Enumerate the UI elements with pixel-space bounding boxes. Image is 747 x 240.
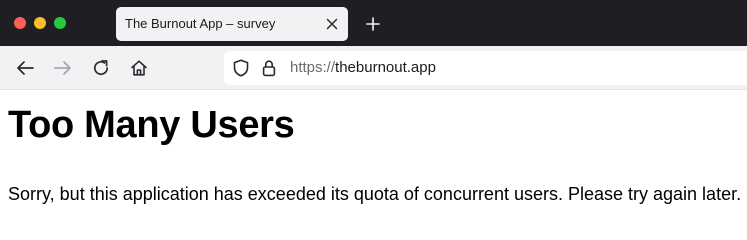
plus-icon[interactable] [362,13,384,35]
shield-icon[interactable] [232,59,250,77]
url-host: theburnout.app [335,59,436,76]
close-icon[interactable] [322,14,342,34]
arrow-left-icon[interactable] [14,57,36,79]
reload-icon[interactable] [90,57,112,79]
browser-tab[interactable]: The Burnout App – survey [116,7,348,41]
page-title: Too Many Users [8,104,295,146]
tab-title: The Burnout App – survey [125,16,276,31]
arrow-right-icon[interactable] [52,57,74,79]
maximize-window-icon[interactable] [54,17,66,29]
minimize-window-icon[interactable] [34,17,46,29]
address-bar[interactable]: https://theburnout.app [224,51,747,85]
url-scheme: https:// [290,59,336,76]
close-window-icon[interactable] [14,17,26,29]
lock-icon[interactable] [260,59,278,77]
error-message: Sorry, but this application has exceeded… [8,184,742,204]
url-text[interactable]: https://theburnout.app [290,59,436,76]
browser-titlebar: The Burnout App – survey [0,0,747,46]
navigation-toolbar: https://theburnout.app [0,46,747,90]
home-icon[interactable] [128,57,150,79]
